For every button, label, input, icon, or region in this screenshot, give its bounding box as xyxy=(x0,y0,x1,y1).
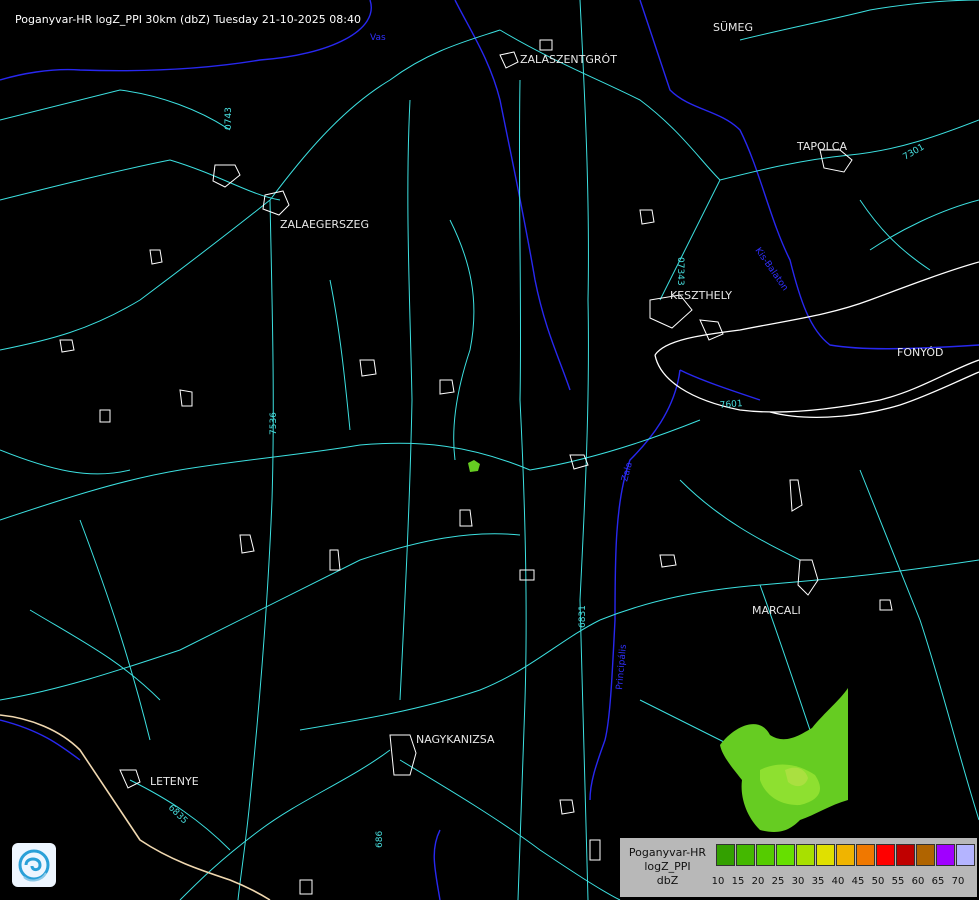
legend-swatch xyxy=(956,844,975,866)
radar-logo xyxy=(12,843,56,887)
swirl-icon xyxy=(18,849,50,882)
color-legend: Poganyvar-HR logZ_PPI dbZ 10 15 20 25 30… xyxy=(620,838,977,897)
legend-tick: 55 xyxy=(891,876,905,887)
road-label: 07343 xyxy=(675,257,685,286)
legend-tick: 40 xyxy=(831,876,845,887)
road-label: 7536 xyxy=(269,412,279,435)
legend-radar-name: Poganyvar-HR xyxy=(628,846,707,859)
town-label: LETENYE xyxy=(150,775,199,788)
legend-tick: 10 xyxy=(711,876,725,887)
legend-unit: dbZ xyxy=(656,874,679,887)
legend-tick: 60 xyxy=(911,876,925,887)
legend-tick: 35 xyxy=(811,876,825,887)
road-label: 7601 xyxy=(719,399,743,411)
town-label: ZALASZENTGRÓT xyxy=(520,53,617,66)
legend-tick: 65 xyxy=(931,876,945,887)
legend-tick: 45 xyxy=(851,876,865,887)
legend-swatch xyxy=(876,844,895,866)
legend-swatch xyxy=(776,844,795,866)
legend-swatch xyxy=(796,844,815,866)
road-label: 0743 xyxy=(224,107,234,130)
town-label: TAPOLCA xyxy=(796,140,847,153)
legend-tick: 25 xyxy=(771,876,785,887)
legend-name: Poganyvar-HR logZ_PPI dbZ xyxy=(620,846,715,888)
legend-tick: 50 xyxy=(871,876,885,887)
legend-swatch xyxy=(716,844,735,866)
road-label: 6831 xyxy=(578,605,588,628)
radar-map: SÜMEG ZALASZENTGRÓT TAPOLCA ZALAEGERSZEG… xyxy=(0,0,979,900)
legend-swatches xyxy=(716,844,976,866)
legend-product-name: logZ_PPI xyxy=(644,860,691,873)
town-label: NAGYKANIZSA xyxy=(416,733,495,746)
legend-swatch xyxy=(896,844,915,866)
legend-tick: 30 xyxy=(791,876,805,887)
river-label: Vas xyxy=(370,33,386,43)
legend-tick: 70 xyxy=(951,876,965,887)
town-label: SÜMEG xyxy=(713,21,753,34)
legend-swatch xyxy=(736,844,755,866)
town-label: KESZTHELY xyxy=(670,289,732,302)
legend-swatch xyxy=(856,844,875,866)
legend-swatch xyxy=(936,844,955,866)
town-label: FONYÓD xyxy=(897,346,943,359)
legend-swatch xyxy=(816,844,835,866)
town-label: MARCALI xyxy=(752,604,801,617)
town-label: ZALAEGERSZEG xyxy=(280,218,369,231)
legend-swatch xyxy=(916,844,935,866)
road-label: 686 xyxy=(375,831,385,848)
legend-ticks: 10 15 20 25 30 35 40 45 50 55 60 65 70 xyxy=(708,876,968,887)
legend-swatch xyxy=(756,844,775,866)
legend-tick: 15 xyxy=(731,876,745,887)
page-title: Poganyvar-HR logZ_PPI 30km (dbZ) Tuesday… xyxy=(15,13,361,26)
legend-swatch xyxy=(836,844,855,866)
legend-tick: 20 xyxy=(751,876,765,887)
